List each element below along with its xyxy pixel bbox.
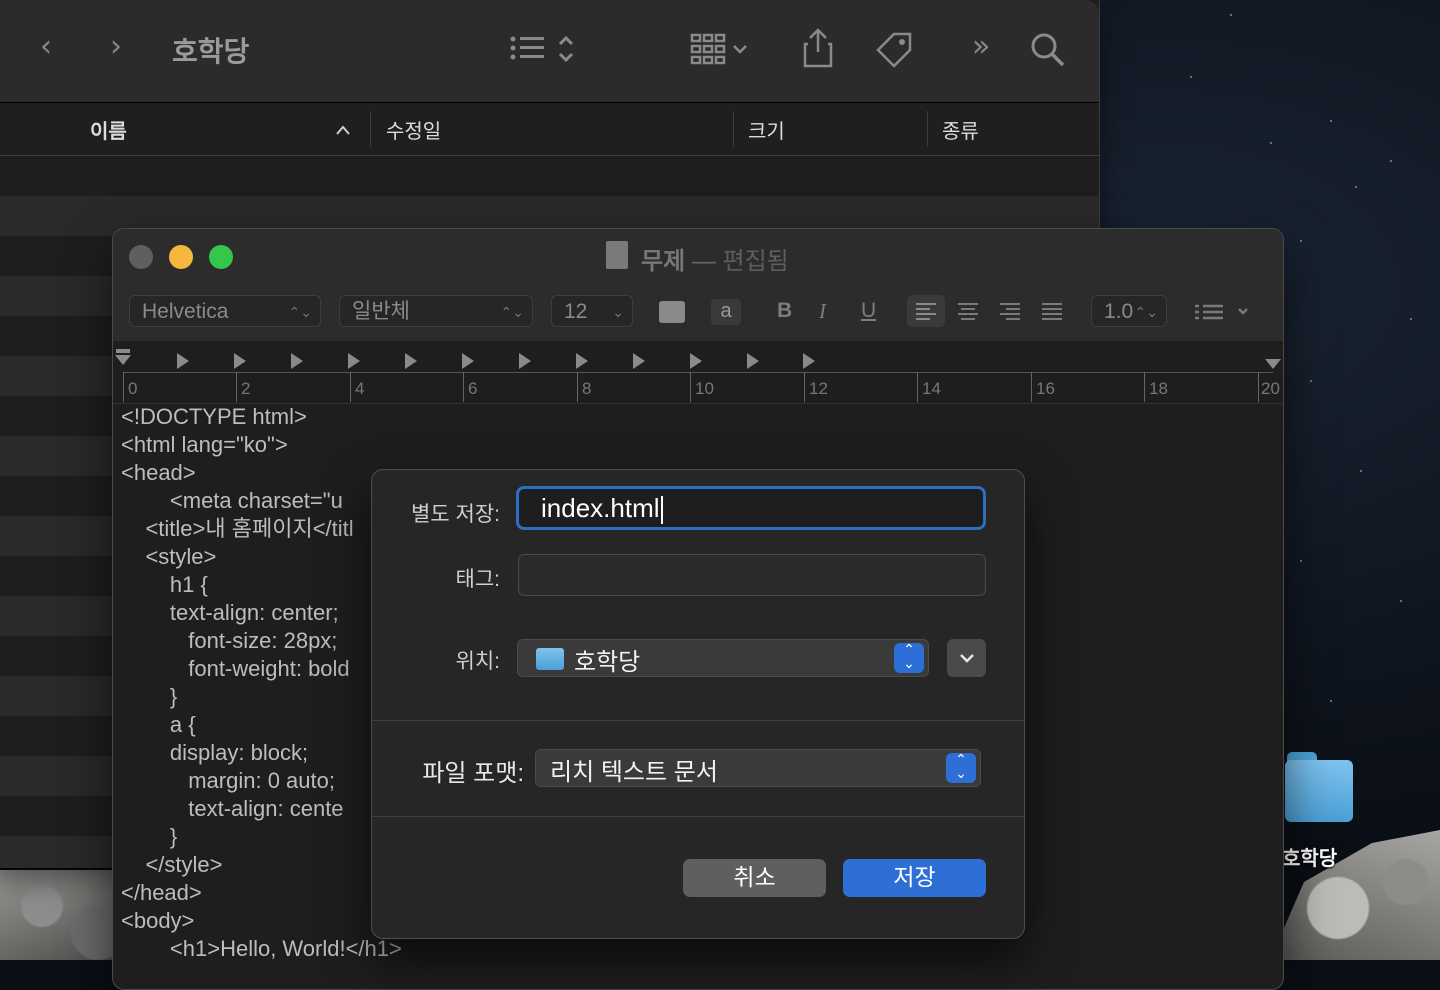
finder-toolbar: ‹ › 호학당 » bbox=[0, 0, 1099, 103]
close-button[interactable] bbox=[129, 245, 153, 269]
highlight-color-button[interactable]: a bbox=[711, 299, 741, 325]
expand-chevron-button[interactable] bbox=[947, 639, 986, 677]
forward-icon[interactable]: › bbox=[110, 32, 122, 62]
location-label: 위치: bbox=[455, 650, 500, 673]
font-size-select[interactable]: 12 ⌄ bbox=[551, 295, 633, 327]
file-format-popup[interactable]: 리치 텍스트 문서 ⌃ ⌄ bbox=[535, 749, 981, 787]
desktop-folder-icon[interactable] bbox=[1285, 752, 1355, 824]
line-spacing-select[interactable]: 1.0 ⌃⌄ bbox=[1091, 295, 1167, 327]
left-indent-marker[interactable] bbox=[115, 355, 131, 365]
cancel-button[interactable]: 취소 bbox=[683, 859, 826, 897]
align-center-icon[interactable] bbox=[949, 295, 987, 331]
search-icon[interactable] bbox=[1030, 32, 1066, 72]
document-icon bbox=[606, 241, 628, 269]
ruler[interactable]: 0 2 4 6 8 10 12 14 16 18 20 bbox=[113, 341, 1283, 404]
share-icon[interactable] bbox=[802, 28, 834, 72]
format-bar: Helvetica ⌃⌄ 일반체 ⌃⌄ 12 ⌄ a B I U 1.0 ⌃⌄ bbox=[113, 285, 1283, 341]
align-left-icon[interactable] bbox=[907, 295, 945, 327]
save-button[interactable]: 저장 bbox=[843, 859, 986, 897]
group-icon[interactable] bbox=[690, 32, 762, 72]
minimize-button[interactable] bbox=[169, 245, 193, 269]
column-size[interactable]: 크기 bbox=[748, 115, 785, 144]
font-style-select[interactable]: 일반체 ⌃⌄ bbox=[339, 295, 533, 327]
folder-icon bbox=[536, 648, 564, 670]
location-stepper-icon: ⌃ ⌄ bbox=[894, 643, 924, 673]
list-view-icon[interactable] bbox=[510, 34, 582, 70]
format-stepper-icon: ⌃ ⌄ bbox=[946, 753, 976, 783]
column-kind[interactable]: 종류 bbox=[942, 115, 979, 144]
font-family-select[interactable]: Helvetica ⌃⌄ bbox=[129, 295, 321, 327]
tags-label: 태그: bbox=[455, 568, 500, 591]
more-icon[interactable]: » bbox=[972, 32, 990, 62]
right-indent-marker[interactable] bbox=[1265, 359, 1281, 369]
align-right-icon[interactable] bbox=[991, 295, 1029, 331]
file-format-label: 파일 포맷: bbox=[422, 760, 524, 787]
italic-button[interactable]: I bbox=[819, 299, 826, 324]
column-header: 이름 수정일 크기 종류 bbox=[0, 103, 1099, 156]
tag-icon[interactable] bbox=[874, 30, 914, 74]
sort-ascending-icon bbox=[335, 121, 351, 140]
zoom-button[interactable] bbox=[209, 245, 233, 269]
text-color-swatch[interactable] bbox=[659, 301, 685, 323]
justify-icon[interactable] bbox=[1033, 295, 1071, 331]
desktop-folder-label[interactable]: 호학당 bbox=[1282, 842, 1337, 871]
back-icon[interactable]: ‹ bbox=[40, 32, 52, 62]
save-dialog: 별도 저장: index.html 태그: 위치: 호학당 ⌃ ⌄ 파일 포맷: … bbox=[371, 469, 1025, 939]
filename-input[interactable]: index.html bbox=[516, 486, 986, 530]
bold-button[interactable]: B bbox=[777, 299, 792, 323]
column-name[interactable]: 이름 bbox=[90, 115, 127, 144]
textedit-titlebar: 무제 — 편집됨 bbox=[113, 229, 1283, 285]
save-as-label: 별도 저장: bbox=[411, 503, 500, 526]
finder-title: 호학당 bbox=[172, 36, 250, 67]
underline-button[interactable]: U bbox=[861, 299, 876, 323]
location-popup[interactable]: 호학당 ⌃ ⌄ bbox=[517, 639, 929, 677]
window-title: 무제 — 편집됨 bbox=[641, 248, 789, 275]
list-bullets-icon[interactable] bbox=[1193, 299, 1253, 329]
first-indent-marker[interactable] bbox=[116, 349, 130, 353]
tags-input[interactable] bbox=[518, 554, 986, 596]
column-modified[interactable]: 수정일 bbox=[386, 115, 441, 144]
